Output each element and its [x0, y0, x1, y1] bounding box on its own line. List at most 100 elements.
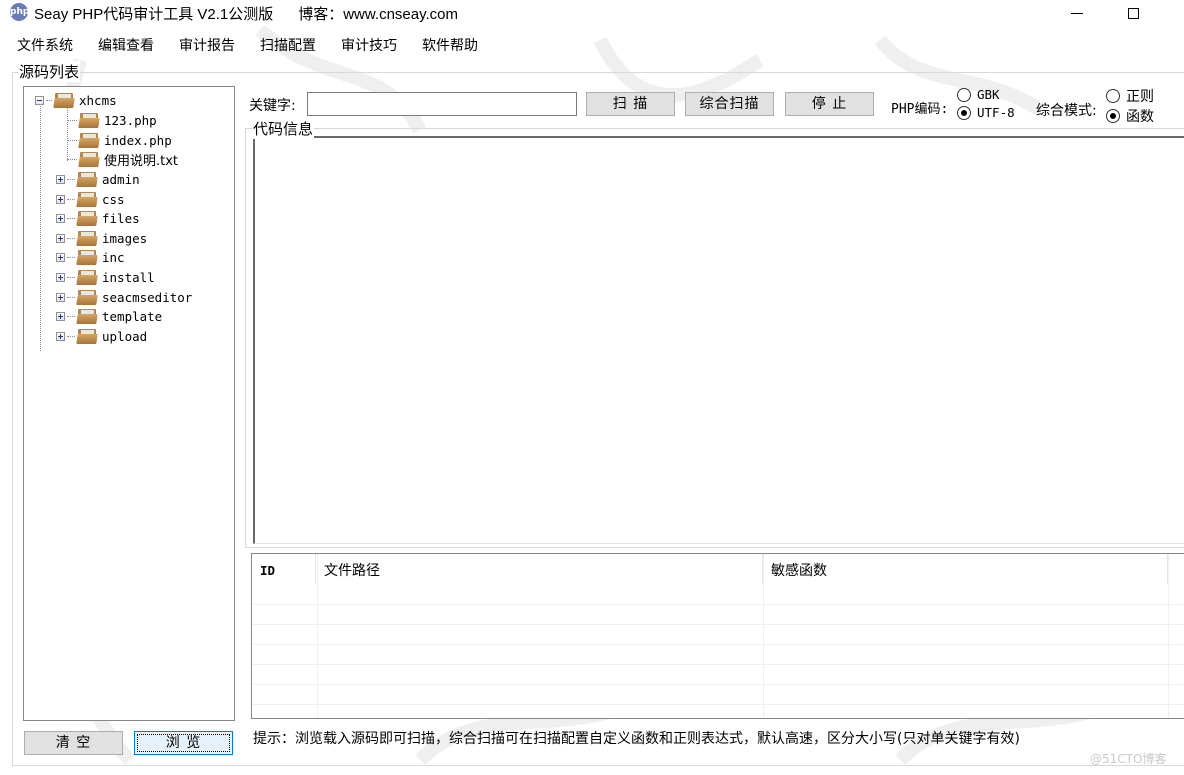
- php-encoding-label: PHP编码:: [891, 102, 949, 117]
- tree-connector: [67, 335, 75, 337]
- radio-unchecked-icon: [957, 87, 971, 102]
- expand-icon[interactable]: [56, 194, 65, 204]
- tree-node-folder[interactable]: images: [56, 228, 147, 248]
- tree-node-label: files: [102, 210, 140, 226]
- folder-icon: [78, 132, 100, 148]
- watermark-text: @51CTO博客: [1090, 752, 1167, 766]
- expand-icon[interactable]: [56, 311, 65, 321]
- tree-node-file[interactable]: 123.php: [67, 110, 157, 130]
- status-hint: 提示：浏览载入源码即可扫描，综合扫描可在扫描配置自定义函数和正则表达式，默认高速…: [253, 731, 1020, 747]
- collapse-icon[interactable]: [35, 95, 44, 105]
- grid-line: [252, 624, 1184, 625]
- grid-line: [252, 644, 1184, 645]
- folder-icon: [78, 151, 100, 167]
- tree-node-folder[interactable]: seacmseditor: [56, 287, 192, 307]
- minimize-button[interactable]: [1054, 0, 1100, 26]
- column-header-sensitive-function[interactable]: 敏感函数: [763, 554, 1168, 584]
- tree-node-label: xhcms: [79, 92, 117, 108]
- keyword-input[interactable]: [307, 92, 577, 116]
- maximize-icon: [1127, 7, 1139, 19]
- tree-connector: [67, 315, 75, 317]
- radio-label: GBK: [977, 87, 1000, 102]
- expand-icon[interactable]: [56, 272, 65, 282]
- maximize-button[interactable]: [1110, 0, 1156, 26]
- radio-label: 正则: [1126, 89, 1154, 105]
- expand-icon[interactable]: [56, 174, 65, 184]
- stop-button[interactable]: 停 止: [785, 92, 874, 116]
- tree-node-file[interactable]: index.php: [67, 130, 172, 150]
- folder-icon: [53, 92, 75, 108]
- code-info-textarea[interactable]: [253, 136, 1184, 544]
- menu-edit-view[interactable]: 编辑查看: [98, 36, 162, 58]
- tree-connector: [67, 178, 75, 180]
- tree-connector: [67, 119, 77, 121]
- tree-connector: [40, 101, 41, 351]
- minimize-icon: [1071, 12, 1083, 14]
- tree-node-label: template: [102, 308, 163, 324]
- tree-node-folder[interactable]: upload: [56, 326, 147, 346]
- browse-button[interactable]: 浏 览: [134, 731, 233, 755]
- tree-connector: [67, 276, 75, 278]
- encoding-gbk-radio[interactable]: GBK: [957, 87, 1000, 102]
- tree-node-root[interactable]: xhcms: [35, 90, 117, 110]
- results-table[interactable]: ID 文件路径 敏感函数: [251, 553, 1184, 719]
- mode-function-radio[interactable]: 函数: [1106, 106, 1154, 126]
- tree-node-folder[interactable]: files: [56, 208, 140, 228]
- menu-scan-config[interactable]: 扫描配置: [260, 36, 324, 58]
- tree-node-label: css: [102, 191, 125, 207]
- expand-icon[interactable]: [56, 213, 65, 223]
- tree-node-folder[interactable]: template: [56, 306, 162, 326]
- grid-line: [252, 664, 1184, 665]
- menu-audit-tips[interactable]: 审计技巧: [341, 36, 405, 58]
- radio-label: 函数: [1126, 109, 1154, 125]
- full-scan-button[interactable]: 综合扫描: [685, 92, 774, 116]
- grid-line: [1168, 554, 1169, 718]
- file-tree[interactable]: xhcms 123.php index.php 使用说明.txt admin c…: [23, 86, 235, 721]
- encoding-utf8-radio[interactable]: UTF-8: [957, 105, 1015, 120]
- window-title: Seay PHP代码审计工具 V2.1公测版 博客：www.cnseay.com: [34, 6, 458, 23]
- column-header-id[interactable]: ID: [252, 554, 316, 584]
- tree-connector: [67, 237, 75, 239]
- tree-node-label: index.php: [104, 132, 172, 148]
- folder-icon: [76, 289, 98, 305]
- radio-label: UTF-8: [977, 105, 1015, 120]
- tree-connector: [67, 139, 77, 141]
- grid-line: [252, 684, 1184, 685]
- expand-icon[interactable]: [56, 331, 65, 341]
- tree-node-folder[interactable]: admin: [56, 169, 140, 189]
- menu-bar: 文件系统 编辑查看 审计报告 扫描配置 审计技巧 软件帮助: [0, 36, 486, 58]
- tree-connector: [67, 256, 75, 258]
- expand-icon[interactable]: [56, 292, 65, 302]
- grid-line: [252, 604, 1184, 605]
- scan-button[interactable]: 扫 描: [586, 92, 675, 116]
- tree-node-label: inc: [102, 249, 125, 265]
- menu-help[interactable]: 软件帮助: [422, 36, 486, 58]
- radio-checked-icon: [957, 105, 971, 120]
- menu-file-system[interactable]: 文件系统: [17, 36, 81, 58]
- grid-line: [763, 554, 764, 718]
- full-mode-label: 综合模式:: [1036, 103, 1097, 119]
- tree-node-folder[interactable]: css: [56, 189, 125, 209]
- tree-node-folder[interactable]: install: [56, 267, 155, 287]
- tree-node-folder[interactable]: inc: [56, 247, 125, 267]
- tree-node-label: admin: [102, 171, 140, 187]
- tree-connector: [46, 99, 52, 101]
- expand-icon[interactable]: [56, 233, 65, 243]
- folder-icon: [76, 210, 98, 226]
- column-header-file-path[interactable]: 文件路径: [316, 554, 763, 584]
- menu-audit-report[interactable]: 审计报告: [179, 36, 243, 58]
- tree-connector: [67, 158, 77, 160]
- keyword-label: 关键字:: [249, 98, 296, 114]
- expand-icon[interactable]: [56, 252, 65, 262]
- folder-icon: [76, 308, 98, 324]
- tree-node-file[interactable]: 使用说明.txt: [67, 149, 178, 169]
- tree-connector: [67, 296, 75, 298]
- folder-icon: [76, 269, 98, 285]
- tree-node-label: upload: [102, 328, 148, 344]
- clear-button[interactable]: 清 空: [24, 731, 123, 755]
- folder-icon: [76, 230, 98, 246]
- mode-regex-radio[interactable]: 正则: [1106, 86, 1154, 106]
- grid-line: [252, 704, 1184, 705]
- tree-connector: [67, 198, 75, 200]
- radio-checked-icon: [1106, 109, 1120, 123]
